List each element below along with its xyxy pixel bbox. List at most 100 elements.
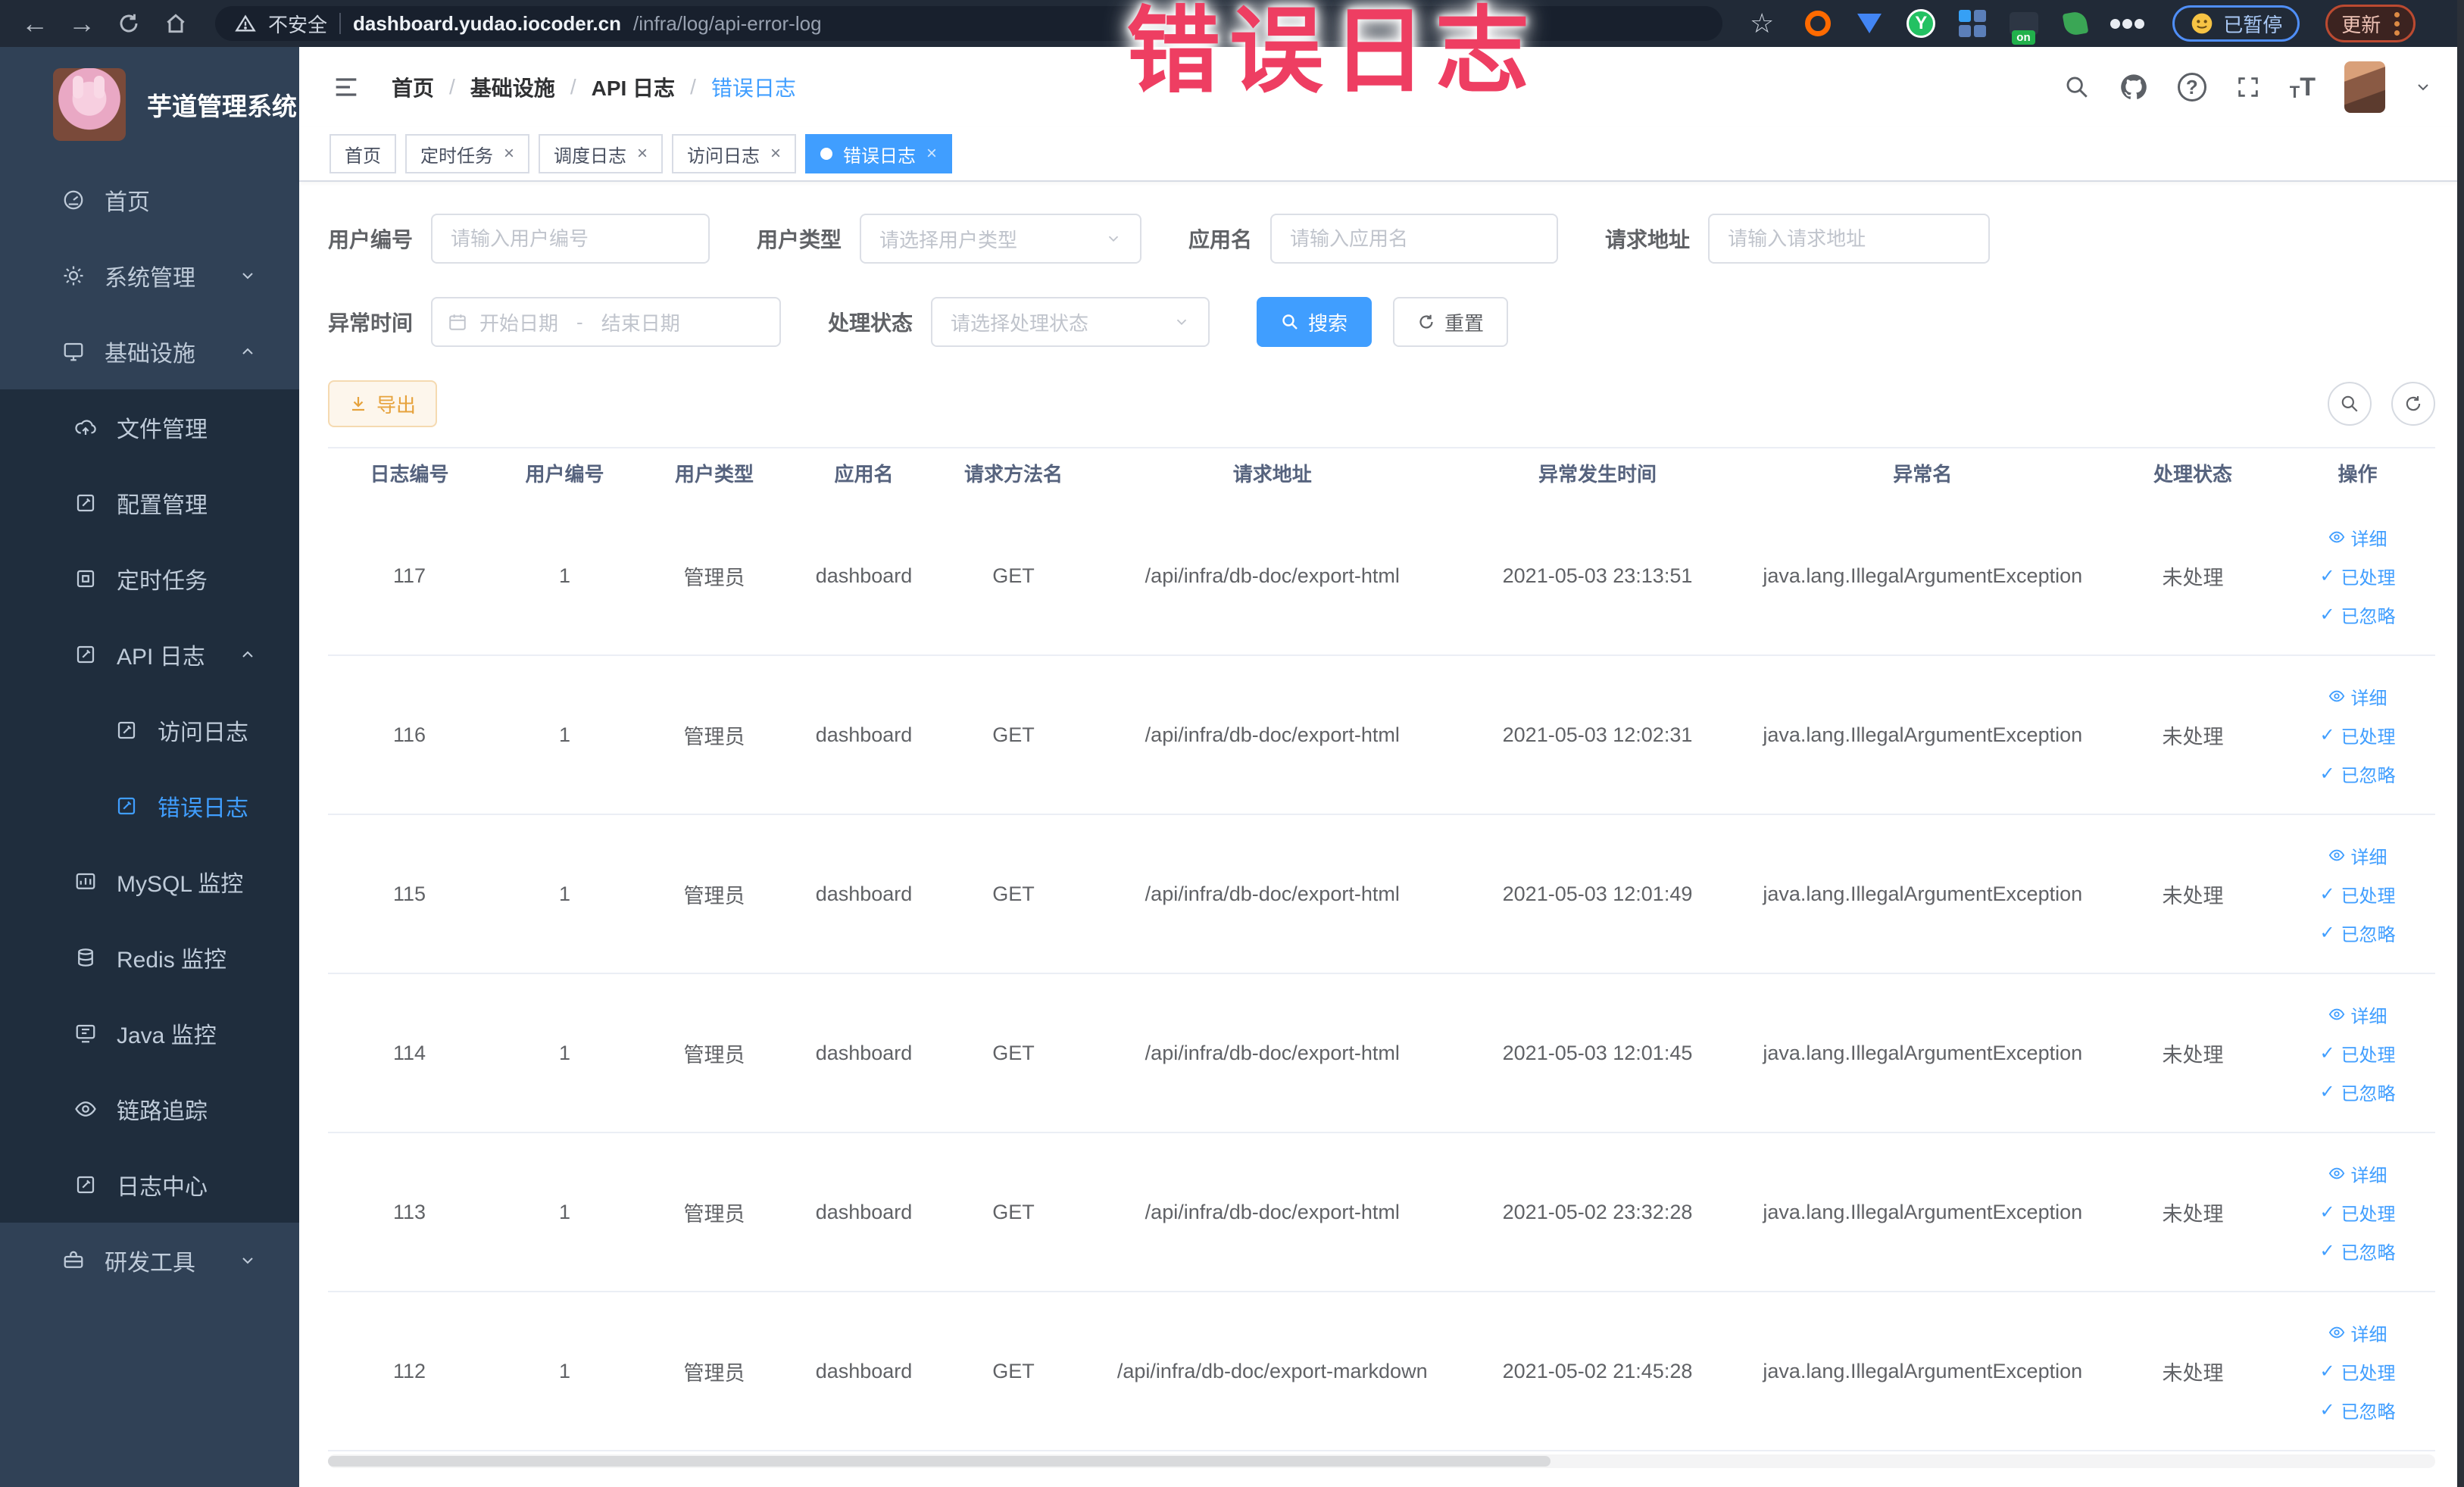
mark-processed-link[interactable]: ✓ 已处理 [2319,1040,2395,1067]
sidebar-item-mysql-monitor[interactable]: MySQL 监控 [0,844,299,920]
detail-link[interactable]: 详细 [2328,1320,2387,1346]
back-icon[interactable]: ← [15,4,55,43]
paused-extension-pill[interactable]: 已暂停 [2172,5,2300,42]
mark-ignored-link[interactable]: ✓ 已忽略 [2319,920,2395,946]
user-type-select[interactable]: 请选择用户类型 [860,214,1142,264]
sidebar-item-home[interactable]: 首页 [0,162,299,238]
sidebar-item-api-log[interactable]: API 日志 [0,617,299,692]
export-button[interactable]: 导出 [328,380,438,427]
tab-error-log[interactable]: 错误日志 × [805,134,953,173]
fullscreen-icon[interactable] [2235,74,2261,100]
scrollbar-thumb[interactable] [328,1456,1551,1467]
sidebar-menu: 首页 系统管理 基础设施 文件管理 配置管理 定时任务 API 日志 访问日志 … [0,162,299,1298]
close-icon[interactable]: × [637,143,648,164]
detail-link[interactable]: 详细 [2328,524,2387,551]
sidebar-fold-icon[interactable] [331,72,361,102]
refresh-button[interactable] [2391,382,2435,426]
sidebar-item-file-mgmt[interactable]: 文件管理 [0,389,299,465]
mark-ignored-link[interactable]: ✓ 已忽略 [2319,1397,2395,1423]
cell-request-url: /api/infra/db-doc/export-html [1145,723,1400,746]
extension-leaf-icon[interactable] [2060,8,2091,39]
tab-access-log[interactable]: 访问日志 × [672,134,797,173]
job-icon [74,567,97,590]
sidebar-item-tracing[interactable]: 链路追踪 [0,1071,299,1147]
horizontal-scrollbar[interactable] [328,1454,2435,1468]
sidebar-item-dev-tools[interactable]: 研发工具 [0,1223,299,1298]
exception-time-range-picker[interactable]: 开始日期 - 结束日期 [431,297,782,347]
sidebar-item-label: 系统管理 [105,266,195,291]
extension-green-y-icon[interactable]: Y [1906,8,1936,39]
mark-processed-link[interactable]: ✓ 已处理 [2319,722,2395,748]
extension-orange-icon[interactable] [1803,8,1833,39]
sidebar-item-log-center[interactable]: 日志中心 [0,1147,299,1223]
request-url-input[interactable] [1708,214,1991,264]
cell-method: GET [992,882,1035,905]
chart-icon [74,870,97,893]
breadcrumb-home[interactable]: 首页 [392,72,434,102]
mark-ignored-link[interactable]: ✓ 已忽略 [2319,601,2395,628]
tab-schedule-log[interactable]: 调度日志 × [539,134,664,173]
browser-menu-dots-icon[interactable] [2394,11,2400,36]
mark-ignored-link[interactable]: ✓ 已忽略 [2319,1079,2395,1105]
close-icon[interactable]: × [770,143,781,164]
reload-icon[interactable] [109,4,148,43]
sidebar-item-config-mgmt[interactable]: 配置管理 [0,465,299,541]
mark-processed-link[interactable]: ✓ 已处理 [2319,1358,2395,1385]
help-icon[interactable]: ? [2177,73,2206,102]
extension-shield-icon[interactable] [1854,8,1885,39]
user-id-input[interactable] [431,214,710,264]
breadcrumb-api-log[interactable]: API 日志 [592,72,675,102]
sidebar-item-access-log[interactable]: 访问日志 [0,692,299,768]
tab-scheduled-jobs[interactable]: 定时任务 × [405,134,530,173]
detail-link[interactable]: 详细 [2328,1161,2387,1187]
extension-paw-icon[interactable] [2110,8,2144,39]
mark-processed-link[interactable]: ✓ 已处理 [2319,1199,2395,1226]
close-icon[interactable]: × [926,143,937,164]
security-label[interactable]: 不安全 [268,10,327,38]
close-icon[interactable]: × [504,143,514,164]
sidebar-item-redis-monitor[interactable]: Redis 监控 [0,920,299,995]
extension-on-switch-icon[interactable]: on [2009,8,2039,45]
search-button[interactable]: 搜索 [1257,297,1373,347]
log-icon [74,643,97,666]
sidebar-item-label: 定时任务 [117,569,208,594]
sidebar-item-error-log[interactable]: 错误日志 [0,768,299,844]
table-row: 117 1 管理员 dashboard GET /api/infra/db-do… [328,497,2435,656]
tab-home[interactable]: 首页 [329,134,396,173]
toggle-search-button[interactable] [2328,382,2372,426]
cell-log-id: 114 [392,1041,426,1064]
search-icon[interactable] [2064,74,2090,100]
github-icon[interactable] [2119,72,2149,102]
home-icon[interactable] [156,4,195,43]
eye-icon [2328,529,2345,545]
cell-app-name: dashboard [815,1200,913,1223]
app-name-input[interactable] [1270,214,1559,264]
detail-link[interactable]: 详细 [2328,683,2387,710]
detail-link-label: 详细 [2350,1165,2387,1186]
reset-button[interactable]: 重置 [1393,297,1509,347]
avatar[interactable] [2344,61,2385,113]
detail-link-label: 详细 [2350,1324,2387,1345]
sidebar-item-java-monitor[interactable]: Java 监控 [0,995,299,1071]
mark-processed-link[interactable]: ✓ 已处理 [2319,881,2395,908]
mark-processed-link[interactable]: ✓ 已处理 [2319,563,2395,589]
process-status-select[interactable]: 请选择处理状态 [931,297,1210,347]
cell-actions: 详细 ✓ 已处理 ✓ 已忽略 [2280,1320,2435,1423]
sidebar-item-system-mgmt[interactable]: 系统管理 [0,238,299,314]
font-size-icon[interactable]: TT [2290,73,2316,102]
table-body: 117 1 管理员 dashboard GET /api/infra/db-do… [328,497,2435,1451]
extension-grid-icon[interactable] [1957,8,1988,39]
detail-link[interactable]: 详细 [2328,842,2387,869]
forward-icon[interactable]: → [62,4,101,43]
cell-status: 未处理 [2162,566,2224,589]
update-button[interactable]: 更新 [2325,5,2416,42]
app-logo-row[interactable]: 芋道管理系统 [0,47,299,162]
chevron-down-icon[interactable] [2414,78,2432,96]
mark-ignored-link[interactable]: ✓ 已忽略 [2319,761,2395,787]
sidebar-item-scheduled-jobs[interactable]: 定时任务 [0,541,299,617]
detail-link[interactable]: 详细 [2328,1001,2387,1028]
sidebar-item-infrastructure[interactable]: 基础设施 [0,314,299,389]
bookmark-star-icon[interactable]: ☆ [1750,8,1774,39]
breadcrumb-infrastructure[interactable]: 基础设施 [470,72,555,102]
mark-ignored-link[interactable]: ✓ 已忽略 [2319,1238,2395,1264]
